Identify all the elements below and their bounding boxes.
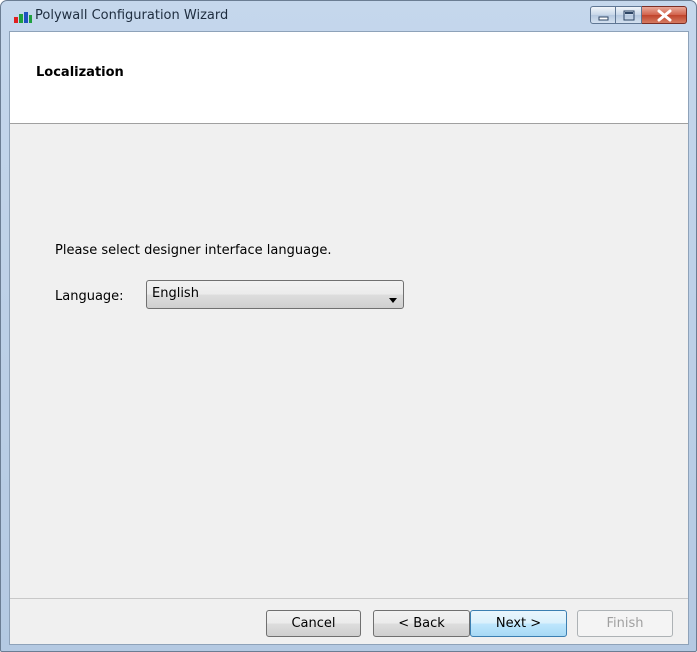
minimize-button[interactable] [590, 6, 616, 24]
close-button[interactable] [642, 6, 687, 24]
wizard-header: Localization [10, 32, 688, 124]
instruction-text: Please select designer interface languag… [55, 243, 332, 258]
title-bar[interactable]: Polywall Configuration Wizard [1, 1, 696, 31]
close-icon [657, 9, 672, 22]
wizard-window: Polywall Configuration Wizard Localizati… [0, 0, 697, 652]
polywall-logo-icon [14, 12, 32, 23]
back-button[interactable]: < Back [373, 610, 470, 637]
maximize-icon [623, 10, 635, 21]
language-select[interactable]: English [146, 280, 404, 309]
finish-button: Finish [577, 610, 673, 637]
language-selected-value: English [152, 286, 199, 301]
window-title: Polywall Configuration Wizard [35, 8, 229, 23]
maximize-button[interactable] [616, 6, 642, 24]
chevron-down-icon [389, 292, 397, 307]
page-title: Localization [36, 65, 124, 80]
caption-buttons [590, 6, 687, 26]
minimize-icon [598, 16, 609, 21]
next-button[interactable]: Next > [470, 610, 567, 637]
language-label: Language: [55, 289, 124, 304]
footer-separator [10, 598, 688, 599]
cancel-button[interactable]: Cancel [266, 610, 361, 637]
wizard-client-area: Localization Please select designer inte… [9, 31, 689, 645]
